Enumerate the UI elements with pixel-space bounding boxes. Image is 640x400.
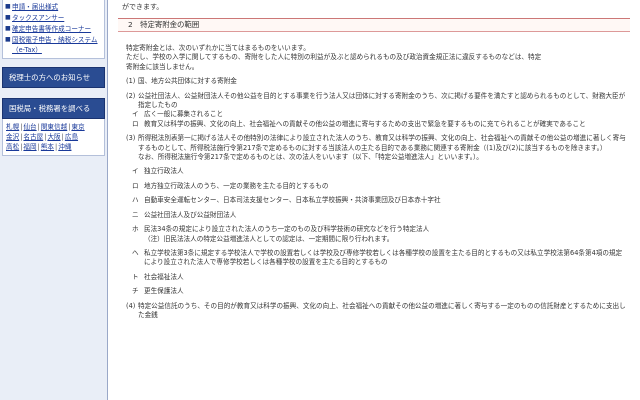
item-text: 私立学校法第3条に規定する学校法人で学校の設置若しくは学校及び専修学校若しくは各… [144, 248, 623, 267]
item-marker: (4) [126, 301, 136, 310]
region-link-takamatsu[interactable]: 高松 [6, 143, 19, 151]
main-content: ができます。 2 特定寄附金の範囲 特定寄附金とは、次のいずれかに当てはまるもの… [118, 0, 630, 400]
paragraph: 寄附金に該当しません。 [126, 62, 199, 71]
item-text: 地方独立行政法人のうち、一定の業務を主たる目的とするもの [144, 181, 329, 190]
sidebar-link-label[interactable]: 国税電子申告・納税システム（e-Tax） [12, 35, 102, 55]
item-text: 特定公益信託のうち、その目的が教育又は科学の振興、文化の向上、社会福祉への貢献そ… [138, 301, 626, 319]
square-bullet-icon: ■ [5, 25, 11, 32]
item-text: 所得税法別表第一に掲げる法人その他特別の法律により設立された法人のうち、教育又は… [138, 134, 626, 152]
sidebar: ■ 申請・届出様式 ■ タックスアンサー ■ 確定申告書等作成コーナー ■ 国税… [0, 0, 108, 400]
item-marker: ニ [132, 210, 139, 219]
item-text: 独立行政法人 [144, 167, 184, 176]
item-marker: ハ [132, 196, 139, 205]
list-item: (4) 特定公益信託のうち、その目的が教育又は科学の振興、文化の向上、社会福祉へ… [126, 302, 628, 321]
region-link-kumamoto[interactable]: 熊本 [41, 143, 54, 151]
region-link-sendai[interactable]: 仙台 [23, 123, 36, 131]
item-text: 公益社団法人、公益財団法人その他公益を目的とする事業を行う法人又は団体に対する寄… [138, 91, 626, 110]
region-link-hiroshima[interactable]: 広島 [65, 133, 78, 141]
region-links: 札幌|仙台|関東信越|東京 金沢|名古屋|大阪|広島 高松|福岡|熊本|沖縄 [2, 119, 105, 156]
region-link-sapporo[interactable]: 札幌 [6, 123, 19, 131]
item-text: 社会福祉法人 [144, 272, 184, 281]
tax-accountant-notice-button[interactable]: 税理士の方へのお知らせ [2, 67, 105, 88]
item-text: 教育又は科学の振興、文化の向上、社会福祉への貢献その他公益の増進に寄与するための… [144, 119, 586, 128]
intro-text: ができます。 [122, 3, 164, 11]
item-marker: ロ [132, 181, 139, 190]
region-link-tokyo[interactable]: 東京 [71, 123, 84, 131]
sidebar-links: ■ 申請・届出様式 ■ タックスアンサー ■ 確定申告書等作成コーナー ■ 国税… [2, 0, 105, 59]
sub-list-item: ロ 教育又は科学の振興、文化の向上、社会福祉への貢献その他公益の増進に寄与するた… [126, 120, 628, 129]
item-marker: ロ [132, 119, 139, 128]
item-marker: ホ [132, 225, 139, 234]
item-text: 公益社団法人及び公益財団法人 [144, 210, 237, 219]
paragraph: ただし、学校の入学に関してするもの、寄附をした人に特別の利益が及ぶと認められるも… [126, 53, 542, 62]
item-marker: (1) [126, 77, 136, 86]
sidebar-link-etax[interactable]: ■ 国税電子申告・納税システム（e-Tax） [5, 35, 102, 55]
item-text: 広く一般に募集されること [144, 110, 224, 119]
section-body: 特定寄附金とは、次のいずれかに当てはまるものをいいます。 ただし、学校の入学に関… [126, 44, 628, 320]
list-item: (2) 公益社団法人、公益財団法人その他公益を目的とする事業を行う法人又は団体に… [126, 92, 628, 111]
sub-list-item: ロ 地方独立行政法人のうち、一定の業務を主たる目的とするもの [126, 182, 628, 191]
sidebar-link-label[interactable]: タックスアンサー [12, 13, 64, 23]
sidebar-link-forms[interactable]: ■ 申請・届出様式 [5, 2, 102, 12]
sidebar-link-label[interactable]: 確定申告書等作成コーナー [12, 24, 91, 34]
sub-list-item: ニ 公益社団法人及び公益財団法人 [126, 211, 628, 220]
region-link-kanto-shinetsu[interactable]: 関東信越 [41, 123, 67, 131]
region-row: 高松|福岡|熊本|沖縄 [6, 143, 72, 151]
item-marker [132, 235, 144, 244]
item-marker: ト [132, 272, 139, 281]
item-marker: イ [132, 110, 139, 119]
paragraph: 特定寄附金とは、次のいずれかに当てはまるものをいいます。 [126, 44, 310, 52]
sub-list-item: イ 広く一般に募集されること [126, 110, 628, 119]
sub-list-note: （注）旧民法法人の特定公益増進法人としての認定は、一定期間に限り行われます。 [126, 235, 628, 244]
section-title: 2 特定寄附金の範囲 [118, 18, 630, 32]
tax-office-search-heading: 国税局・税務署を調べる [2, 98, 105, 119]
square-bullet-icon: ■ [5, 3, 11, 10]
sub-list-item: ホ 民法34条の規定により設立された法人のうち一定のもの及び科学技術の研究などを… [126, 225, 628, 234]
item-text: （注）旧民法法人の特定公益増進法人としての認定は、一定期間に限り行われます。 [144, 234, 394, 243]
region-link-kanazawa[interactable]: 金沢 [6, 133, 19, 141]
sub-list-item: チ 更生保護法人 [126, 287, 628, 296]
region-link-okinawa[interactable]: 沖縄 [58, 143, 71, 151]
item-marker: ヘ [132, 248, 139, 257]
item-marker: イ [132, 167, 139, 176]
region-link-osaka[interactable]: 大阪 [47, 133, 60, 141]
sidebar-link-label[interactable]: 申請・届出様式 [12, 2, 58, 12]
item-marker: (2) [126, 91, 136, 100]
region-link-nagoya[interactable]: 名古屋 [23, 133, 43, 141]
sub-list-item: ト 社会福祉法人 [126, 273, 628, 282]
sidebar-link-tax-answer[interactable]: ■ タックスアンサー [5, 13, 102, 23]
region-row: 金沢|名古屋|大阪|広島 [6, 133, 79, 141]
item-text: 民法34条の規定により設立された法人のうち一定のもの及び科学技術の研究などを行う… [144, 225, 430, 234]
item-marker: (3) [126, 134, 136, 143]
square-bullet-icon: ■ [5, 36, 11, 43]
list-item: (1) 国、地方公共団体に対する寄附金 [126, 77, 628, 86]
region-row: 札幌|仙台|関東信越|東京 [6, 123, 85, 131]
item-marker: チ [132, 287, 139, 296]
item-text: 更生保護法人 [144, 287, 184, 296]
square-bullet-icon: ■ [5, 14, 11, 21]
sub-list-item: ヘ 私立学校法第3条に規定する学校法人で学校の設置若しくは学校及び専修学校若しく… [126, 249, 628, 268]
item-text: 国、地方公共団体に対する寄附金 [138, 77, 237, 86]
item-text: 自動車安全運転センター、日本司法支援センター、日本私立学校振興・共済事業団及び日… [144, 196, 441, 205]
sidebar-link-return-corner[interactable]: ■ 確定申告書等作成コーナー [5, 24, 102, 34]
region-link-fukuoka[interactable]: 福岡 [23, 143, 36, 151]
sub-list-item: イ 独立行政法人 [126, 167, 628, 176]
sub-list-item: ハ 自動車安全運転センター、日本司法支援センター、日本私立学校振興・共済事業団及… [126, 196, 628, 205]
item-note: なお、所得税法施行令第217条で定めるものとは、次の法人をいいます（以下、「特定… [138, 153, 483, 162]
list-item: (3) 所得税法別表第一に掲げる法人その他特別の法律により設立された法人のうち、… [126, 134, 628, 153]
